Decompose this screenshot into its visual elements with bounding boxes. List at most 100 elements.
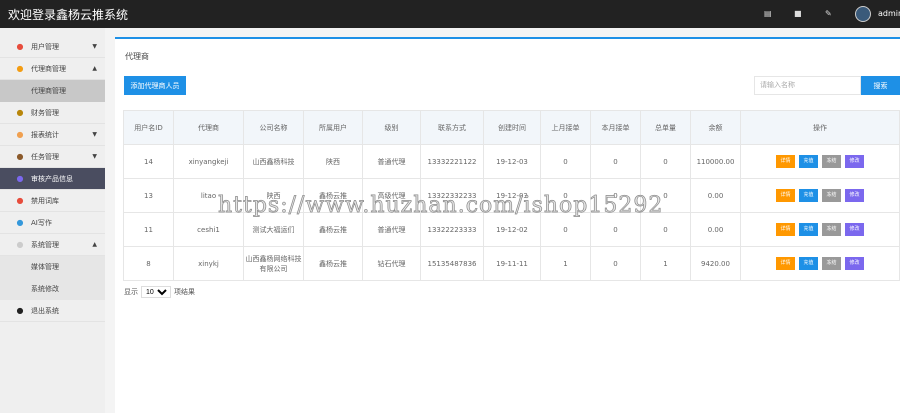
sidebar-item-label: AI写作: [31, 218, 52, 227]
action-button[interactable]: 冻结: [822, 155, 841, 168]
page-unit-label: 项结果: [174, 288, 195, 296]
chevron-icon: ▼: [92, 131, 97, 138]
table-cell: 普通代理: [362, 212, 421, 247]
chevron-icon: ▲: [92, 241, 97, 248]
action-button[interactable]: 详情: [776, 257, 795, 270]
package-icon[interactable]: ■: [794, 9, 802, 18]
sidebar-item[interactable]: ● 代理商管理 ▲: [0, 58, 105, 80]
table-cell: 山西鑫杨科技: [243, 144, 304, 179]
actions-cell: 详情 充值 冻结 修改: [740, 246, 900, 281]
table-cell: 19-12-02: [483, 212, 541, 247]
action-button[interactable]: 修改: [845, 189, 864, 202]
column-header: 上月接单: [540, 110, 591, 145]
table-cell: 8: [123, 246, 174, 281]
sidebar-item[interactable]: ● 系统管理 ▲: [0, 234, 105, 256]
clipboard-icon: ●: [16, 218, 24, 227]
finance-icon: ●: [16, 108, 24, 117]
column-header: 总单量: [640, 110, 691, 145]
table-cell: 0: [540, 212, 591, 247]
sidebar-item[interactable]: ● 财务管理: [0, 102, 105, 124]
action-button[interactable]: 详情: [776, 155, 795, 168]
column-header: 本月接单: [590, 110, 641, 145]
table-cell: 0: [590, 212, 641, 247]
sidebar-item-label: 代理商管理: [31, 64, 66, 73]
table-cell: 0: [640, 212, 691, 247]
column-header: 代理商: [173, 110, 244, 145]
power-icon: ●: [16, 306, 24, 315]
actions-cell: 详情 充值 冻结 修改: [740, 144, 900, 179]
chevron-icon: ▼: [92, 153, 97, 160]
table-row: 14 xinyangkeji 山西鑫杨科技 陕西 普通代理 13332221122 19-1…: [123, 144, 900, 179]
table-cell: xinykj: [173, 246, 244, 281]
table-cell: 13322332233: [420, 178, 484, 213]
table-cell: 9420.00: [690, 246, 741, 281]
edit-icon[interactable]: ✎: [825, 9, 832, 18]
column-header: 用户名ID: [123, 110, 174, 145]
agent-table: 用户名ID 代理商 公司名称 所属用户 级别 联系方式 创建时间 上月接单 本月接单 总单量 余额操…: [123, 110, 900, 281]
action-button[interactable]: 详情: [776, 189, 795, 202]
table-cell: 钻石代理: [362, 246, 421, 281]
sidebar-item[interactable]: ● 用户管理 ▼: [0, 36, 105, 58]
table-cell: 13322223333: [420, 212, 484, 247]
breadcrumb: 代理商: [125, 52, 149, 61]
username[interactable]: admin: [878, 9, 900, 18]
table-cell: 0.00: [690, 178, 741, 213]
column-header: 余额: [690, 110, 741, 145]
action-button[interactable]: 冻结: [822, 189, 841, 202]
table-row: 13 litao 陕西 鑫杨云推 高级代理 13322332233 19-12-03 0 0 0 0…: [123, 178, 900, 213]
column-header: 所属用户: [303, 110, 363, 145]
top-bar: 欢迎登录鑫杨云推系统 ▤ ■ ✎ admin: [0, 0, 900, 28]
column-header: 公司名称: [243, 110, 304, 145]
action-button[interactable]: 充值: [799, 257, 818, 270]
table-cell: 0: [540, 178, 591, 213]
action-button[interactable]: 冻结: [822, 223, 841, 236]
table-cell: 陕西: [243, 178, 304, 213]
action-button[interactable]: 充值: [799, 223, 818, 236]
sidebar-item[interactable]: ● 审核产品信息: [0, 168, 105, 190]
search-input[interactable]: 请输入名称: [754, 76, 861, 95]
table-cell: 0: [640, 178, 691, 213]
table-cell: 110000.00: [690, 144, 741, 179]
sidebar-item[interactable]: ● 任务管理 ▼: [0, 146, 105, 168]
action-button[interactable]: 修改: [845, 257, 864, 270]
table-cell: 普通代理: [362, 144, 421, 179]
sidebar-item[interactable]: 媒体管理: [0, 256, 105, 278]
action-button[interactable]: 修改: [845, 223, 864, 236]
column-header: 创建时间: [483, 110, 541, 145]
actions-cell: 详情 充值 冻结 修改: [740, 178, 900, 213]
search-button[interactable]: 搜索: [861, 76, 900, 95]
sidebar-item-label: 系统修改: [31, 285, 59, 293]
sidebar-item[interactable]: 代理商管理: [0, 80, 105, 102]
sidebar-item[interactable]: ● 禁用词库: [0, 190, 105, 212]
table-cell: 0: [540, 144, 591, 179]
action-button[interactable]: 详情: [776, 223, 795, 236]
user-icon: ●: [16, 64, 24, 73]
sidebar-item[interactable]: ● 退出系统: [0, 300, 105, 322]
list-icon[interactable]: ▤: [764, 9, 772, 18]
action-button[interactable]: 充值: [799, 189, 818, 202]
action-button[interactable]: 修改: [845, 155, 864, 168]
sidebar-item[interactable]: ● AI写作: [0, 212, 105, 234]
sidebar-item[interactable]: 系统修改: [0, 278, 105, 300]
sidebar-item-label: 退出系统: [31, 306, 59, 315]
sidebar-item[interactable]: ● 报表统计 ▼: [0, 124, 105, 146]
action-button[interactable]: 充值: [799, 155, 818, 168]
add-agent-button[interactable]: 添加代理商人员: [124, 76, 186, 95]
table-cell: 鑫杨云推: [303, 212, 363, 247]
sidebar-item-label: 任务管理: [31, 152, 59, 161]
table-cell: 高级代理: [362, 178, 421, 213]
sidebar-item-label: 系统管理: [31, 240, 59, 249]
sidebar: ● 用户管理 ▼ ● 代理商管理 ▲ 代理商管理 ● 财务管理 ● 报表统计 ▼ ● 任务管理 ▼ ● 审核产品…: [0, 28, 105, 413]
audit-icon: ●: [16, 174, 24, 183]
action-button[interactable]: 冻结: [822, 257, 841, 270]
sidebar-item-label: 代理商管理: [31, 87, 66, 95]
table-cell: 山西鑫杨网络科技有限公司: [243, 246, 304, 281]
table-cell: 11: [123, 212, 174, 247]
app-title: 欢迎登录鑫杨云推系统: [8, 8, 129, 22]
page-size-select[interactable]: 10: [141, 286, 171, 298]
avatar[interactable]: [855, 6, 871, 22]
column-header: 操作: [740, 110, 900, 145]
sidebar-item-label: 审核产品信息: [31, 174, 73, 183]
table-cell: xinyangkeji: [173, 144, 244, 179]
table-cell: 13332221122: [420, 144, 484, 179]
